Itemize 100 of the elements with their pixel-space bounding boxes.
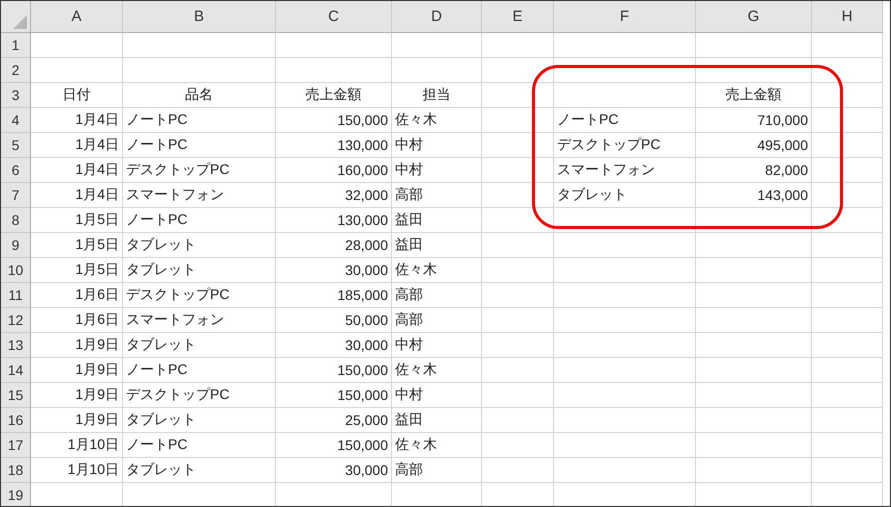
table-cell[interactable]: 日付 <box>31 83 123 108</box>
row-header[interactable]: 9 <box>1 233 31 258</box>
table-cell[interactable]: 中村 <box>392 158 482 183</box>
table-cell[interactable]: スマートフォン <box>123 308 276 333</box>
table-cell[interactable]: 益田 <box>392 233 482 258</box>
table-cell[interactable]: 高部 <box>392 458 482 483</box>
table-cell[interactable] <box>554 258 696 283</box>
table-cell[interactable] <box>482 283 554 308</box>
table-cell[interactable] <box>554 333 696 358</box>
table-cell[interactable] <box>554 358 696 383</box>
row-header[interactable]: 16 <box>1 408 31 433</box>
table-cell[interactable] <box>31 58 123 83</box>
table-cell[interactable] <box>812 208 883 233</box>
table-cell[interactable] <box>482 83 554 108</box>
table-cell[interactable]: 82,000 <box>696 158 812 183</box>
table-cell[interactable] <box>812 33 883 58</box>
table-cell[interactable]: タブレット <box>123 233 276 258</box>
table-cell[interactable]: 1月4日 <box>31 158 123 183</box>
table-cell[interactable]: デスクトップPC <box>123 158 276 183</box>
row-header[interactable]: 19 <box>1 483 31 506</box>
table-cell[interactable] <box>812 133 883 158</box>
table-cell[interactable] <box>812 308 883 333</box>
table-cell[interactable]: ノートPC <box>123 433 276 458</box>
table-cell[interactable] <box>696 208 812 233</box>
table-cell[interactable] <box>482 158 554 183</box>
table-cell[interactable] <box>482 208 554 233</box>
column-header[interactable]: D <box>392 1 482 33</box>
table-cell[interactable] <box>696 33 812 58</box>
table-cell[interactable]: 130,000 <box>276 208 392 233</box>
table-cell[interactable] <box>482 433 554 458</box>
table-cell[interactable]: 中村 <box>392 383 482 408</box>
table-cell[interactable] <box>812 458 883 483</box>
row-header[interactable]: 1 <box>1 33 31 58</box>
table-cell[interactable]: 高部 <box>392 283 482 308</box>
table-cell[interactable] <box>482 358 554 383</box>
table-cell[interactable] <box>812 108 883 133</box>
table-cell[interactable]: 25,000 <box>276 408 392 433</box>
table-cell[interactable]: デスクトップPC <box>554 133 696 158</box>
row-header[interactable]: 4 <box>1 108 31 133</box>
table-cell[interactable]: 1月6日 <box>31 283 123 308</box>
table-cell[interactable]: 売上金額 <box>696 83 812 108</box>
table-cell[interactable]: 30,000 <box>276 333 392 358</box>
table-cell[interactable]: タブレット <box>123 333 276 358</box>
table-cell[interactable] <box>696 458 812 483</box>
table-cell[interactable] <box>696 433 812 458</box>
table-cell[interactable]: ノートPC <box>123 208 276 233</box>
table-cell[interactable]: 28,000 <box>276 233 392 258</box>
table-cell[interactable]: 1月4日 <box>31 183 123 208</box>
table-cell[interactable]: 1月4日 <box>31 133 123 158</box>
table-cell[interactable]: 1月5日 <box>31 258 123 283</box>
table-cell[interactable]: 150,000 <box>276 433 392 458</box>
table-cell[interactable]: 160,000 <box>276 158 392 183</box>
table-cell[interactable]: 佐々木 <box>392 108 482 133</box>
table-cell[interactable] <box>482 58 554 83</box>
table-cell[interactable] <box>276 58 392 83</box>
row-header[interactable]: 14 <box>1 358 31 383</box>
table-cell[interactable] <box>696 233 812 258</box>
table-cell[interactable]: ノートPC <box>123 108 276 133</box>
table-cell[interactable] <box>812 283 883 308</box>
table-cell[interactable]: 品名 <box>123 83 276 108</box>
table-cell[interactable] <box>812 233 883 258</box>
table-cell[interactable] <box>554 83 696 108</box>
table-cell[interactable]: デスクトップPC <box>123 283 276 308</box>
table-cell[interactable] <box>482 383 554 408</box>
table-cell[interactable] <box>123 58 276 83</box>
table-cell[interactable] <box>482 33 554 58</box>
row-header[interactable]: 7 <box>1 183 31 208</box>
table-cell[interactable] <box>696 358 812 383</box>
table-cell[interactable]: タブレット <box>123 458 276 483</box>
table-cell[interactable]: 売上金額 <box>276 83 392 108</box>
table-cell[interactable] <box>812 258 883 283</box>
table-cell[interactable]: 1月9日 <box>31 333 123 358</box>
table-cell[interactable]: デスクトップPC <box>123 383 276 408</box>
table-cell[interactable] <box>482 233 554 258</box>
column-header[interactable]: F <box>554 1 696 33</box>
table-cell[interactable]: ノートPC <box>123 358 276 383</box>
table-cell[interactable] <box>482 458 554 483</box>
table-cell[interactable] <box>554 433 696 458</box>
table-cell[interactable]: 150,000 <box>276 358 392 383</box>
table-cell[interactable]: 1月5日 <box>31 208 123 233</box>
table-cell[interactable]: ノートPC <box>123 133 276 158</box>
table-cell[interactable] <box>812 383 883 408</box>
row-header[interactable]: 10 <box>1 258 31 283</box>
select-all-button[interactable] <box>1 1 31 33</box>
row-header[interactable]: 17 <box>1 433 31 458</box>
column-header[interactable]: H <box>812 1 883 33</box>
row-header[interactable]: 5 <box>1 133 31 158</box>
table-cell[interactable]: スマートフォン <box>123 183 276 208</box>
table-cell[interactable]: 1月4日 <box>31 108 123 133</box>
table-cell[interactable] <box>392 58 482 83</box>
table-cell[interactable] <box>482 133 554 158</box>
table-cell[interactable]: スマートフォン <box>554 158 696 183</box>
table-cell[interactable]: 益田 <box>392 208 482 233</box>
table-cell[interactable] <box>554 383 696 408</box>
row-header[interactable]: 3 <box>1 83 31 108</box>
table-cell[interactable]: 担当 <box>392 83 482 108</box>
table-cell[interactable]: 高部 <box>392 183 482 208</box>
table-cell[interactable] <box>31 33 123 58</box>
table-cell[interactable]: 1月10日 <box>31 458 123 483</box>
table-cell[interactable]: 150,000 <box>276 108 392 133</box>
